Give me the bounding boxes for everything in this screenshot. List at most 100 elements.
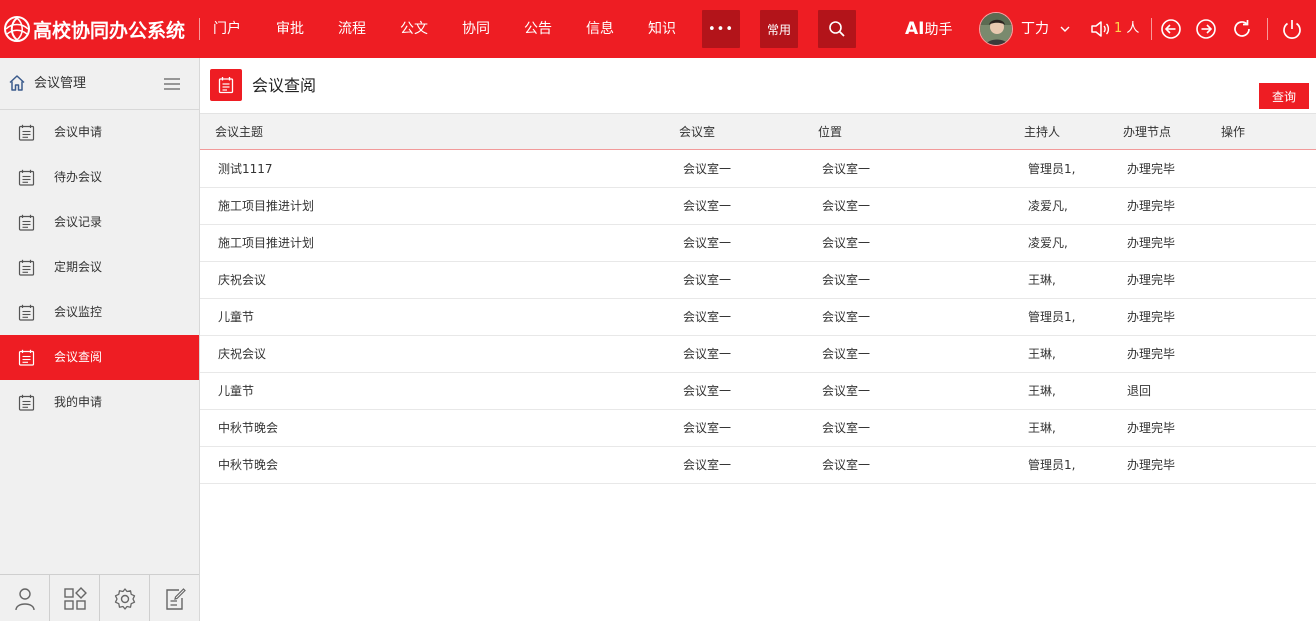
ai-assistant-button[interactable]: AI助手 xyxy=(905,0,952,58)
sidebar-header: 会议管理 xyxy=(0,58,199,110)
sidebar-footer xyxy=(0,574,199,621)
table-row[interactable]: 中秋节晚会 会议室一 会议室一 管理员1, 办理完毕 xyxy=(200,447,1316,484)
column-header-location[interactable]: 位置 xyxy=(818,114,842,150)
cell-node: 办理完毕 xyxy=(1127,162,1176,176)
column-header-topic[interactable]: 会议主题 xyxy=(215,114,263,150)
cell-node: 办理完毕 xyxy=(1127,199,1176,213)
page-title: 会议查阅 xyxy=(252,76,317,95)
settings-button[interactable] xyxy=(100,575,150,621)
chevron-down-icon xyxy=(1060,26,1070,32)
power-icon[interactable] xyxy=(1280,17,1304,41)
user-name: 丁力 xyxy=(1021,21,1049,37)
cell-topic: 测试1117 xyxy=(218,162,273,176)
column-header-host[interactable]: 主持人 xyxy=(1024,114,1060,150)
sidebar: 会议管理 会议申请待办会议会议记录 定期会议会议监控会议查阅我的申请 xyxy=(0,58,200,621)
cell-node: 办理完毕 xyxy=(1127,273,1176,287)
column-header-room[interactable]: 会议室 xyxy=(679,114,715,150)
cell-room: 会议室一 xyxy=(683,421,732,435)
cell-topic: 中秋节晚会 xyxy=(218,421,279,435)
user-menu[interactable]: 丁力 xyxy=(1021,0,1071,58)
calendar-icon xyxy=(18,259,35,276)
nav-information[interactable]: 信息 xyxy=(586,0,614,58)
page-icon xyxy=(210,69,242,101)
volume-icon[interactable] xyxy=(1088,17,1112,41)
sidebar-item-label: 会议监控 xyxy=(54,305,103,319)
sidebar-item-records[interactable]: 会议记录 xyxy=(0,200,199,245)
sidebar-item-review[interactable]: 会议查阅 xyxy=(0,335,199,380)
nav-workflow[interactable]: 流程 xyxy=(338,0,366,58)
cell-room: 会议室一 xyxy=(683,347,732,361)
cell-location: 会议室一 xyxy=(822,273,871,287)
cell-room: 会议室一 xyxy=(683,310,732,324)
cell-location: 会议室一 xyxy=(822,458,871,472)
search-button[interactable] xyxy=(818,10,856,48)
cell-topic: 儿童节 xyxy=(218,384,255,398)
notes-button[interactable] xyxy=(150,575,199,621)
query-button[interactable]: 查询 xyxy=(1259,83,1309,109)
nav-approval[interactable]: 审批 xyxy=(276,0,304,58)
sidebar-item-todo[interactable]: 待办会议 xyxy=(0,155,199,200)
table-row[interactable]: 庆祝会议 会议室一 会议室一 王琳, 办理完毕 xyxy=(200,336,1316,373)
table-row[interactable]: 儿童节 会议室一 会议室一 管理员1, 办理完毕 xyxy=(200,299,1316,336)
cell-host: 管理员1, xyxy=(1028,310,1076,324)
column-header-node[interactable]: 办理节点 xyxy=(1123,114,1171,150)
nav-document[interactable]: 公文 xyxy=(400,0,428,58)
cell-location: 会议室一 xyxy=(822,421,871,435)
online-count-number: 1 xyxy=(1114,21,1123,36)
online-count-unit: 人 xyxy=(1126,21,1140,36)
cell-host: 王琳, xyxy=(1028,273,1056,287)
calendar-icon xyxy=(18,214,35,231)
calendar-icon xyxy=(18,169,35,186)
sidebar-item-label: 我的申请 xyxy=(54,395,103,409)
sidebar-item-monitor[interactable]: 会议监控 xyxy=(0,290,199,335)
cell-topic: 施工项目推进计划 xyxy=(218,199,315,213)
ai-assistant-label: 助手 xyxy=(924,22,953,38)
nav-announcement[interactable]: 公告 xyxy=(524,0,552,58)
common-button[interactable]: 常用 xyxy=(760,10,798,48)
sidebar-item-label: 会议申请 xyxy=(54,125,103,139)
user-button[interactable] xyxy=(0,575,50,621)
home-icon[interactable] xyxy=(8,74,26,92)
sidebar-item-apply[interactable]: 会议申请 xyxy=(0,110,199,155)
table-row[interactable]: 庆祝会议 会议室一 会议室一 王琳, 办理完毕 xyxy=(200,262,1316,299)
cell-topic: 中秋节晚会 xyxy=(218,458,279,472)
online-count[interactable]: 1 人 xyxy=(1114,0,1139,58)
apps-button[interactable] xyxy=(50,575,100,621)
cell-room: 会议室一 xyxy=(683,199,732,213)
forward-icon[interactable] xyxy=(1194,17,1218,41)
cell-host: 王琳, xyxy=(1028,421,1056,435)
cell-room: 会议室一 xyxy=(683,236,732,250)
menu-icon[interactable] xyxy=(163,77,181,91)
user-icon xyxy=(14,587,35,610)
cell-location: 会议室一 xyxy=(822,199,871,213)
table-row[interactable]: 儿童节 会议室一 会议室一 王琳, 退回 xyxy=(200,373,1316,410)
divider xyxy=(1151,18,1152,40)
more-button[interactable]: ••• xyxy=(702,10,740,48)
sidebar-item-periodic[interactable]: 定期会议 xyxy=(0,245,199,290)
logo[interactable]: 高校协同办公系统 xyxy=(0,0,185,58)
nav-collaboration[interactable]: 协同 xyxy=(462,0,490,58)
settings-icon xyxy=(114,587,135,610)
logo-icon xyxy=(4,16,30,42)
cell-node: 办理完毕 xyxy=(1127,236,1176,250)
back-icon[interactable] xyxy=(1159,17,1183,41)
table-row[interactable]: 测试1117 会议室一 会议室一 管理员1, 办理完毕 xyxy=(200,151,1316,188)
refresh-icon[interactable] xyxy=(1230,17,1254,41)
table-row[interactable]: 施工项目推进计划 会议室一 会议室一 凌爱凡, 办理完毕 xyxy=(200,225,1316,262)
table-row[interactable]: 施工项目推进计划 会议室一 会议室一 凌爱凡, 办理完毕 xyxy=(200,188,1316,225)
avatar-image xyxy=(980,13,1012,45)
nav-portal[interactable]: 门户 xyxy=(213,0,241,58)
nav-knowledge[interactable]: 知识 xyxy=(648,0,676,58)
top-header: 高校协同办公系统 门户 审批 流程 公文 协同 公告 信息 知识 ••• 常用 … xyxy=(0,0,1316,58)
sidebar-item-my-applications[interactable]: 我的申请 xyxy=(0,380,199,425)
cell-topic: 施工项目推进计划 xyxy=(218,236,315,250)
sidebar-item-label: 待办会议 xyxy=(54,170,103,184)
cell-room: 会议室一 xyxy=(683,458,732,472)
avatar[interactable] xyxy=(979,12,1013,46)
sidebar-item-label: 会议查阅 xyxy=(54,350,103,364)
search-icon xyxy=(829,21,845,37)
cell-location: 会议室一 xyxy=(822,347,871,361)
table-row[interactable]: 中秋节晚会 会议室一 会议室一 王琳, 办理完毕 xyxy=(200,410,1316,447)
cell-topic: 儿童节 xyxy=(218,310,255,324)
cell-host: 管理员1, xyxy=(1028,458,1076,472)
